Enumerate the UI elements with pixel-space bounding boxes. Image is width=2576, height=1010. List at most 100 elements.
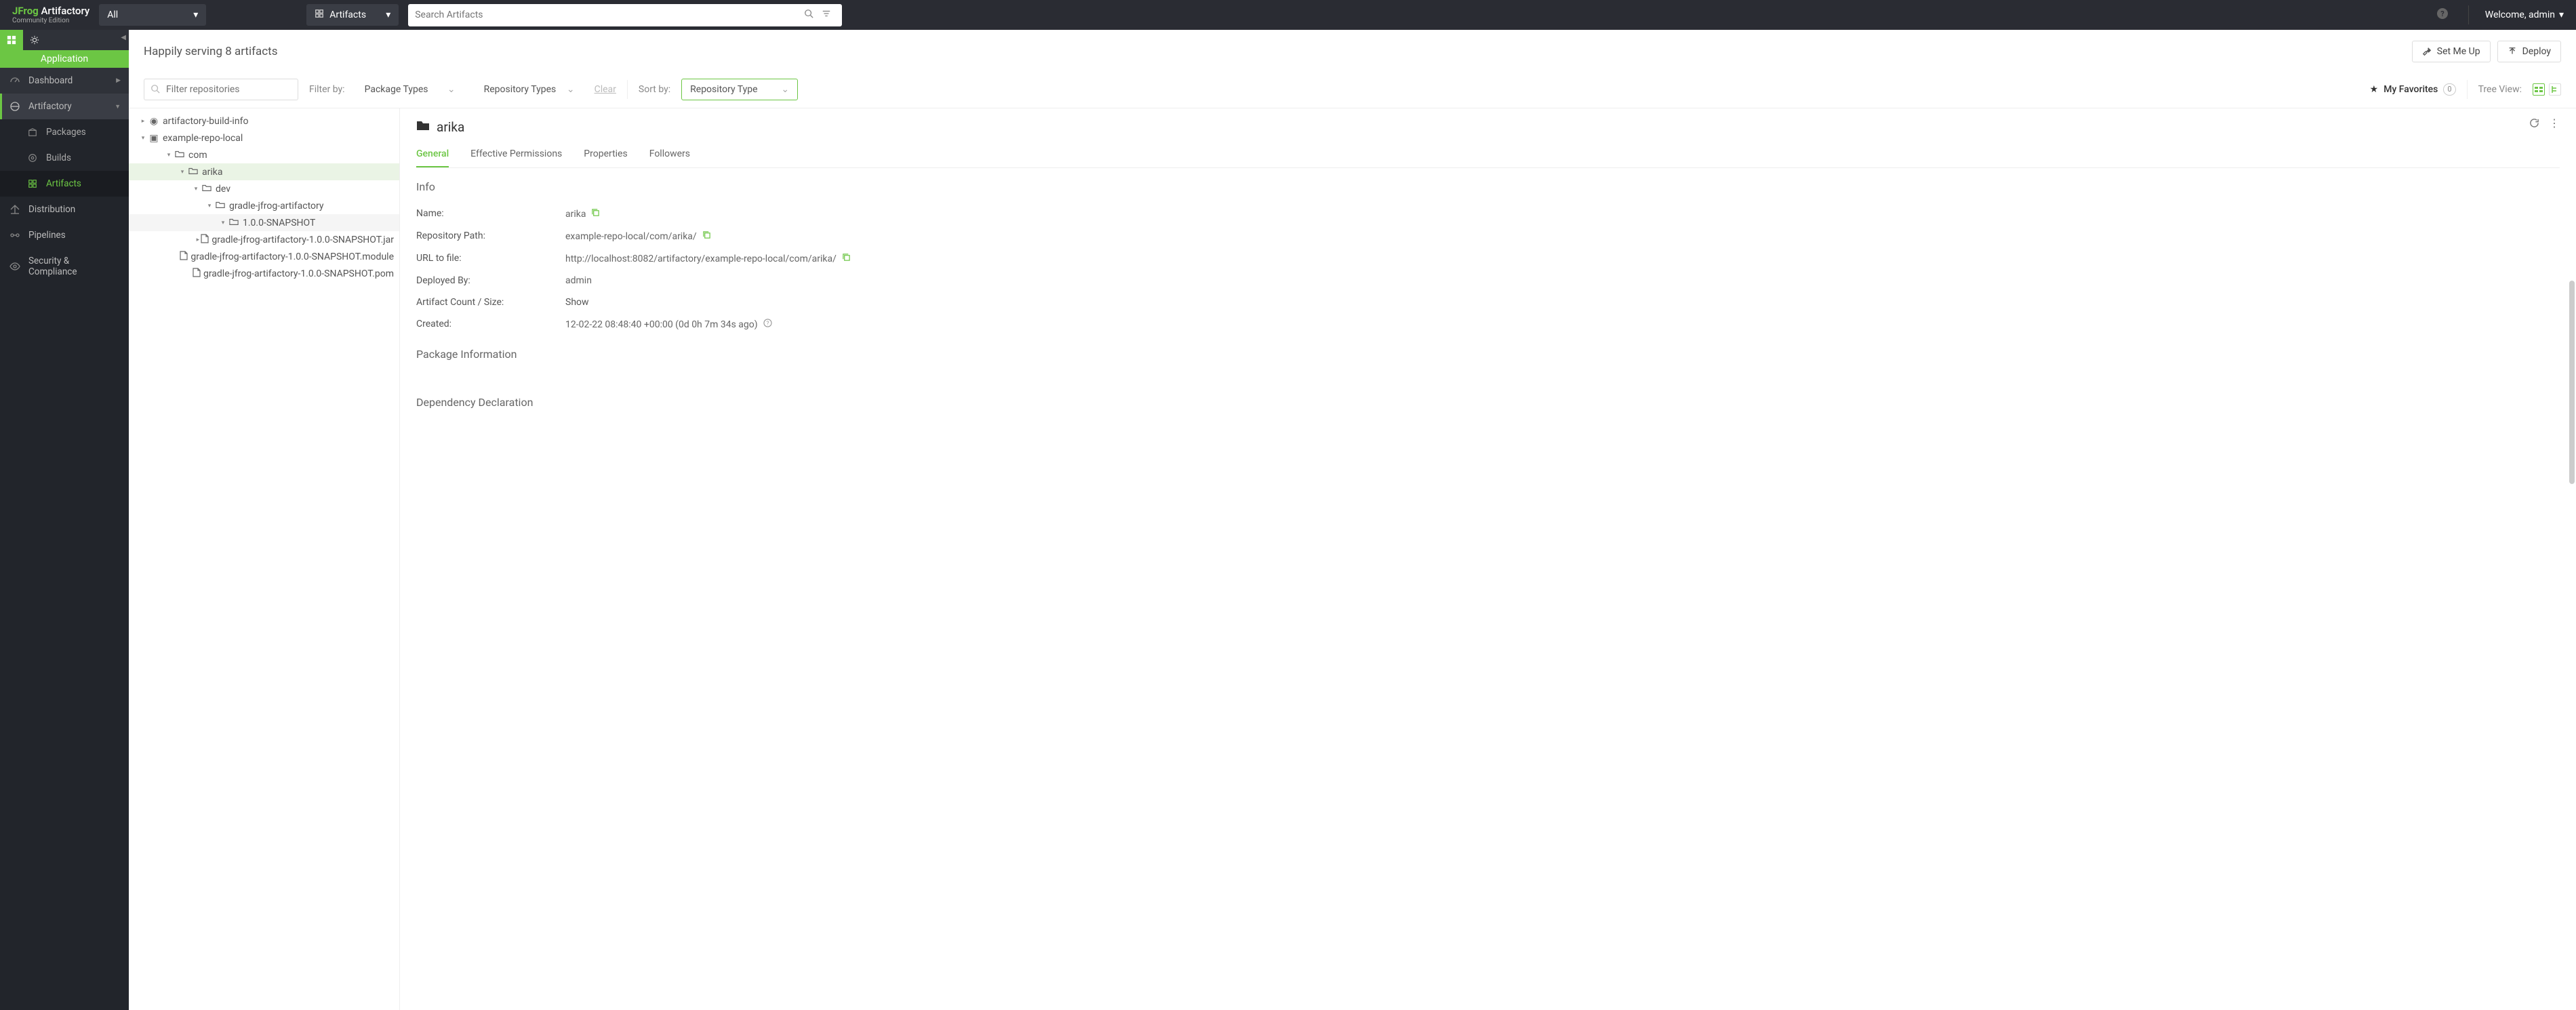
folder-open-icon (187, 166, 199, 178)
show-link[interactable]: Show (565, 297, 589, 308)
tree-node-pom[interactable]: gradle-jfrog-artifactory-1.0.0-SNAPSHOT.… (129, 265, 399, 282)
repo-icon: ▣ (148, 133, 160, 144)
copy-icon[interactable] (702, 230, 711, 242)
svg-text:?: ? (2440, 9, 2444, 18)
expand-icon[interactable] (195, 237, 201, 243)
info-value: admin (565, 275, 592, 286)
collapse-icon[interactable] (218, 220, 228, 226)
tree-label: gradle-jfrog-artifactory-1.0.0-SNAPSHOT.… (190, 251, 394, 262)
tree-node-gradle-jfrog-artifactory[interactable]: gradle-jfrog-artifactory (129, 197, 399, 214)
tab-followers[interactable]: Followers (649, 144, 690, 167)
section-info-title: Info (416, 180, 2560, 193)
info-value: 12-02-22 08:48:40 +00:00 (0d 0h 7m 34s a… (565, 319, 758, 330)
clear-filters-link[interactable]: Clear (595, 84, 616, 95)
info-key: Name: (416, 208, 565, 220)
tree-label: artifactory-build-info (163, 116, 248, 127)
sidebar-item-label: Packages (46, 127, 86, 138)
collapse-icon[interactable] (191, 186, 201, 193)
page-header: Happily serving 8 artifacts Set Me Up De… (129, 30, 2576, 70)
sidebar-item-distribution[interactable]: Distribution (0, 197, 129, 222)
tree-node-com[interactable]: com (129, 146, 399, 163)
sidebar-item-builds[interactable]: Builds (0, 145, 129, 171)
info-key: Artifact Count / Size: (416, 297, 565, 308)
set-me-up-button[interactable]: Set Me Up (2412, 41, 2491, 62)
main: Happily serving 8 artifacts Set Me Up De… (129, 30, 2576, 1010)
detail-tabs: General Effective Permissions Properties… (416, 144, 2560, 168)
chevron-down-icon: ▾ (193, 9, 198, 20)
scope-all-label: All (107, 9, 118, 20)
tree-node-snapshot[interactable]: 1.0.0-SNAPSHOT (129, 214, 399, 231)
sidebar-item-pipelines[interactable]: Pipelines (0, 222, 129, 248)
package-types-dropdown[interactable]: Package Types ⌄ (356, 79, 464, 100)
collapse-icon[interactable] (205, 203, 214, 209)
detail-title: arika (437, 119, 464, 135)
copy-icon[interactable] (591, 208, 600, 220)
search-button[interactable] (800, 5, 818, 25)
help-icon[interactable]: ? (2433, 4, 2452, 26)
sidebar-item-packages[interactable]: Packages (0, 119, 129, 145)
sidebar-tab-app[interactable] (0, 30, 23, 50)
tree-node-example-repo-local[interactable]: ▣ example-repo-local (129, 129, 399, 146)
info-key: Created: (416, 319, 565, 330)
scope-artifacts-label: Artifacts (329, 9, 366, 20)
search-input[interactable] (415, 9, 800, 20)
dashboard-icon (9, 75, 20, 86)
scope-dropdown-artifacts[interactable]: Artifacts ▾ (306, 4, 399, 26)
tree-node-arika[interactable]: arika (129, 163, 399, 180)
sort-value-label: Repository Type (690, 84, 757, 95)
user-menu[interactable]: Welcome, admin ▾ (2485, 9, 2564, 20)
folder-icon (416, 119, 430, 135)
sort-by-label: Sort by: (639, 84, 670, 95)
folder-open-icon (201, 183, 213, 195)
expand-icon[interactable] (138, 118, 148, 125)
tree-label: gradle-jfrog-artifactory-1.0.0-SNAPSHOT.… (203, 268, 394, 279)
tab-general[interactable]: General (416, 144, 449, 167)
my-favorites[interactable]: ★ My Favorites 0 (2370, 83, 2456, 96)
sidebar-item-security[interactable]: Security & Compliance (0, 248, 129, 285)
svg-text:?: ? (766, 320, 769, 327)
detail-header: arika (416, 117, 2560, 144)
collapse-icon[interactable] (178, 169, 187, 176)
tree-label: com (188, 150, 207, 161)
sidebar-item-artifactory[interactable]: Artifactory ▼ (0, 94, 129, 119)
info-help-icon[interactable]: ? (763, 319, 772, 330)
scrollbar[interactable] (2569, 281, 2575, 484)
repo-types-dropdown[interactable]: Repository Types ⌄ (475, 79, 584, 100)
tab-properties[interactable]: Properties (584, 144, 627, 167)
collapse-icon[interactable]: ◀ (121, 34, 126, 41)
sidebar-item-label: Distribution (28, 204, 75, 215)
tab-permissions[interactable]: Effective Permissions (470, 144, 562, 167)
distribution-icon (9, 204, 20, 215)
deploy-button[interactable]: Deploy (2497, 41, 2561, 62)
eye-icon (9, 261, 20, 272)
copy-icon[interactable] (842, 253, 851, 264)
tree-node-jar[interactable]: gradle-jfrog-artifactory-1.0.0-SNAPSHOT.… (129, 231, 399, 248)
tree-label: arika (202, 167, 222, 178)
collapse-icon[interactable] (138, 135, 148, 142)
artifactory-icon (9, 101, 20, 112)
tree-view-toggle-expanded[interactable] (2549, 83, 2561, 96)
sort-by-dropdown[interactable]: Repository Type ⌄ (681, 79, 798, 100)
filter-bar: Filter by: Package Types ⌄ Repository Ty… (129, 70, 2576, 108)
more-icon[interactable]: ⋮ (2549, 118, 2560, 131)
search-container (408, 4, 842, 26)
repo-types-label: Repository Types (484, 84, 557, 95)
tree-node-artifactory-build-info[interactable]: ◉ artifactory-build-info (129, 113, 399, 129)
sidebar-item-dashboard[interactable]: Dashboard ▶ (0, 68, 129, 94)
refresh-icon[interactable] (2529, 118, 2539, 131)
sidebar-tabs: ◀ (0, 30, 129, 50)
sidebar-item-label: Artifacts (46, 178, 81, 189)
sidebar-tab-admin[interactable] (23, 30, 46, 50)
info-row-created: Created: 12-02-22 08:48:40 +00:00 (0d 0h… (416, 313, 2560, 336)
chevron-down-icon: ▾ (386, 9, 390, 20)
tree-node-module[interactable]: gradle-jfrog-artifactory-1.0.0-SNAPSHOT.… (129, 248, 399, 265)
scope-dropdown-all[interactable]: All ▾ (99, 4, 206, 26)
filter-icon-button[interactable] (818, 5, 835, 25)
sidebar-item-artifacts[interactable]: Artifacts (0, 171, 129, 197)
folder-open-icon (214, 200, 226, 212)
collapse-icon[interactable] (164, 152, 174, 159)
tree-view-toggle-compact[interactable] (2533, 83, 2545, 96)
tree-node-dev[interactable]: dev (129, 180, 399, 197)
chevron-down-icon: ⌄ (447, 84, 456, 95)
filter-repos-input[interactable] (144, 79, 298, 100)
